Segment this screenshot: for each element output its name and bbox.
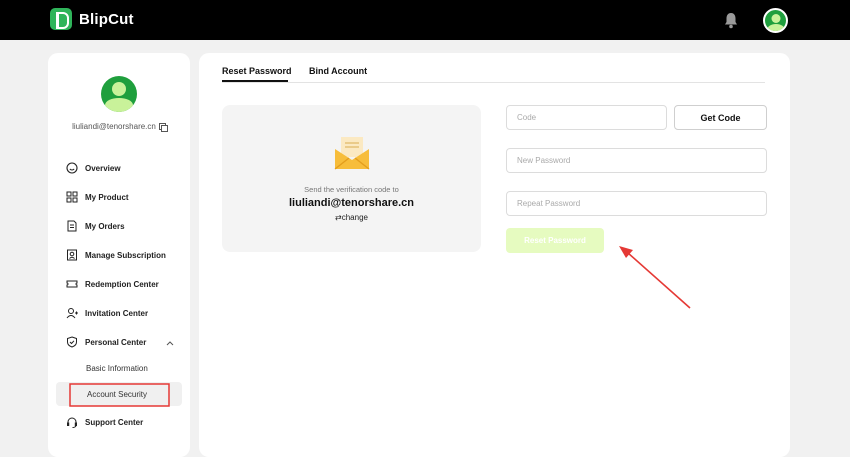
sidebar-item-manage-subscription[interactable]: Manage Subscription <box>66 247 166 263</box>
sidebar-item-label: Manage Subscription <box>85 250 166 260</box>
sidebar-item-label: Overview <box>85 163 121 173</box>
sidebar-subitem-account-security[interactable]: Account Security <box>87 390 147 399</box>
envelope-icon <box>334 137 370 170</box>
verification-email: liuliandi@tenorshare.cn <box>288 197 415 209</box>
subscription-icon <box>67 249 77 261</box>
verification-message: Send the verification code to <box>304 185 399 194</box>
get-code-button[interactable]: Get Code <box>674 105 767 130</box>
sidebar-item-overview[interactable]: Overview <box>66 160 121 176</box>
invite-user-icon <box>66 308 78 319</box>
sidebar-item-label: Invitation Center <box>85 308 149 318</box>
tab-reset-password[interactable]: Reset Password <box>222 66 292 76</box>
app-logo[interactable]: BlipCut <box>50 8 134 30</box>
tab-divider <box>222 82 765 83</box>
ticket-icon <box>66 280 78 288</box>
sidebar-item-label: My Orders <box>85 221 125 231</box>
sidebar-item-my-product[interactable]: My Product <box>66 189 129 205</box>
profile-email-row: liuliandi@tenorshare.cn <box>48 122 190 132</box>
user-avatar-icon[interactable] <box>763 8 788 33</box>
copy-icon[interactable] <box>158 123 168 132</box>
logo-icon <box>50 8 72 30</box>
sidebar-item-personal-center[interactable]: Personal Center <box>66 334 146 350</box>
chevron-up-icon[interactable] <box>166 340 174 346</box>
sidebar-item-support-center[interactable]: Support Center <box>66 414 143 430</box>
tab-bind-account[interactable]: Bind Account <box>309 66 367 76</box>
change-email-link[interactable]: ⇄change <box>222 213 481 222</box>
sidebar-item-label: My Product <box>85 192 129 202</box>
repeat-password-input[interactable] <box>506 191 767 216</box>
sidebar-item-label: Personal Center <box>85 337 147 347</box>
sidebar-item-invitation-center[interactable]: Invitation Center <box>66 305 148 321</box>
shield-icon <box>67 336 77 348</box>
smile-icon <box>66 162 78 174</box>
sidebar-item-my-orders[interactable]: My Orders <box>66 218 125 234</box>
code-input[interactable] <box>506 105 667 130</box>
grid-icon <box>66 191 78 203</box>
app-title: BlipCut <box>79 10 134 28</box>
sidebar-item-label: Redemption Center <box>85 279 159 289</box>
sidebar: liuliandi@tenorshare.cn Overview My Prod… <box>48 53 190 457</box>
document-icon <box>67 220 77 232</box>
main-panel: Reset Password Bind Account Send the ver… <box>199 53 790 457</box>
sidebar-item-label: Support Center <box>85 417 144 427</box>
headset-icon <box>67 417 77 428</box>
profile-email: liuliandi@tenorshare.cn <box>72 122 156 131</box>
bell-icon[interactable] <box>723 12 739 29</box>
new-password-input[interactable] <box>506 148 767 173</box>
sidebar-subitem-basic-information[interactable]: Basic Information <box>86 364 148 373</box>
reset-password-button[interactable]: Reset Password <box>506 228 604 253</box>
top-bar: BlipCut <box>0 0 850 40</box>
sidebar-item-redemption-center[interactable]: Redemption Center <box>66 276 159 292</box>
verification-info-card: Send the verification code to liuliandi@… <box>222 105 481 252</box>
profile-avatar-icon <box>101 76 137 112</box>
